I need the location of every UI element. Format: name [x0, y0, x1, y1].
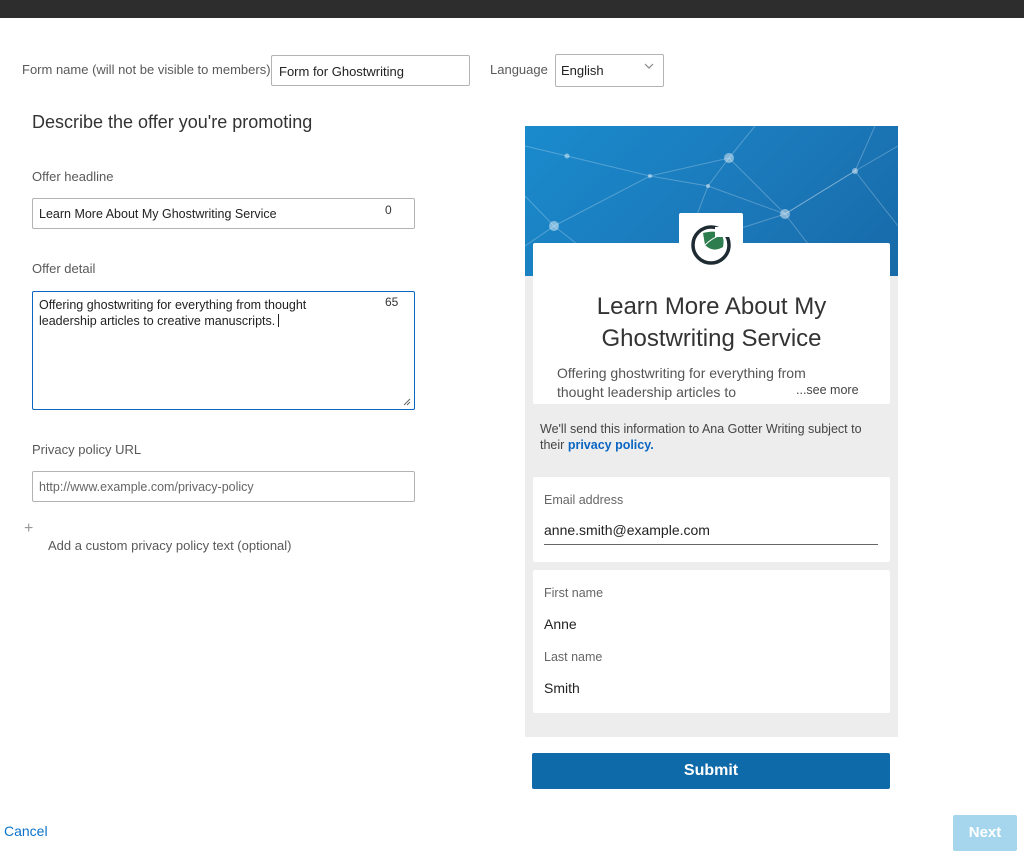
preview-detail: Offering ghostwriting for everything fro… [557, 365, 806, 400]
privacy-url-label: Privacy policy URL [32, 442, 142, 457]
consent-text: We'll send this information to Ana Gotte… [540, 422, 862, 452]
preview-title: Learn More About My Ghostwriting Service [596, 293, 827, 352]
first-name-label: First name [544, 586, 604, 600]
resize-handle-icon[interactable] [403, 398, 411, 406]
next-button[interactable]: Next [953, 815, 1017, 851]
form-name-input[interactable]: Form for Ghostwriting [271, 55, 470, 86]
email-field[interactable]: anne.smith@example.com [544, 522, 710, 538]
offer-detail-textarea[interactable]: Offering ghostwriting for everything fro… [32, 291, 415, 410]
plus-icon[interactable]: + [24, 520, 33, 538]
text-caret [278, 314, 280, 327]
last-name-field[interactable]: Smith [544, 680, 580, 696]
custom-privacy-link[interactable]: Add a custom privacy policy text (option… [48, 538, 292, 553]
language-label: Language [490, 62, 548, 77]
offer-headline-label: Offer headline [32, 169, 114, 184]
email-field-card: Email address anne.smith@example.com [533, 477, 890, 562]
see-more-link[interactable]: ...see more [796, 383, 859, 397]
headline-char-counter: 0 [385, 203, 392, 217]
form-preview: Learn More About My Ghostwriting Service… [525, 126, 898, 737]
email-underline [544, 544, 878, 545]
last-name-label: Last name [544, 650, 603, 664]
cancel-button[interactable]: Cancel [4, 823, 48, 839]
offer-detail-value: Offering ghostwriting for everything fro… [39, 298, 307, 328]
chevron-down-icon [644, 63, 654, 69]
section-title: Describe the offer you're promoting [32, 112, 313, 132]
leaf-logo-icon [691, 225, 733, 265]
email-label: Email address [544, 493, 624, 507]
detail-char-counter: 65 [385, 295, 399, 309]
name-fields-card: First name Anne Last name Smith [533, 570, 890, 713]
language-value: English [561, 63, 604, 78]
privacy-policy-link[interactable]: privacy policy. [568, 438, 654, 452]
submit-button[interactable]: Submit [532, 753, 890, 789]
offer-headline-input[interactable]: Learn More About My Ghostwriting Service… [32, 198, 415, 229]
first-name-field[interactable]: Anne [544, 616, 577, 632]
offer-detail-label: Offer detail [32, 261, 96, 276]
privacy-url-input[interactable]: http://www.example.com/privacy-policy [32, 471, 415, 502]
language-select[interactable]: English [555, 54, 664, 87]
company-logo [679, 213, 743, 277]
offer-headline-value: Learn More About My Ghostwriting Service [39, 207, 277, 221]
form-name-label: Form name (will not be visible to member… [22, 62, 271, 77]
top-bar [0, 0, 1024, 18]
